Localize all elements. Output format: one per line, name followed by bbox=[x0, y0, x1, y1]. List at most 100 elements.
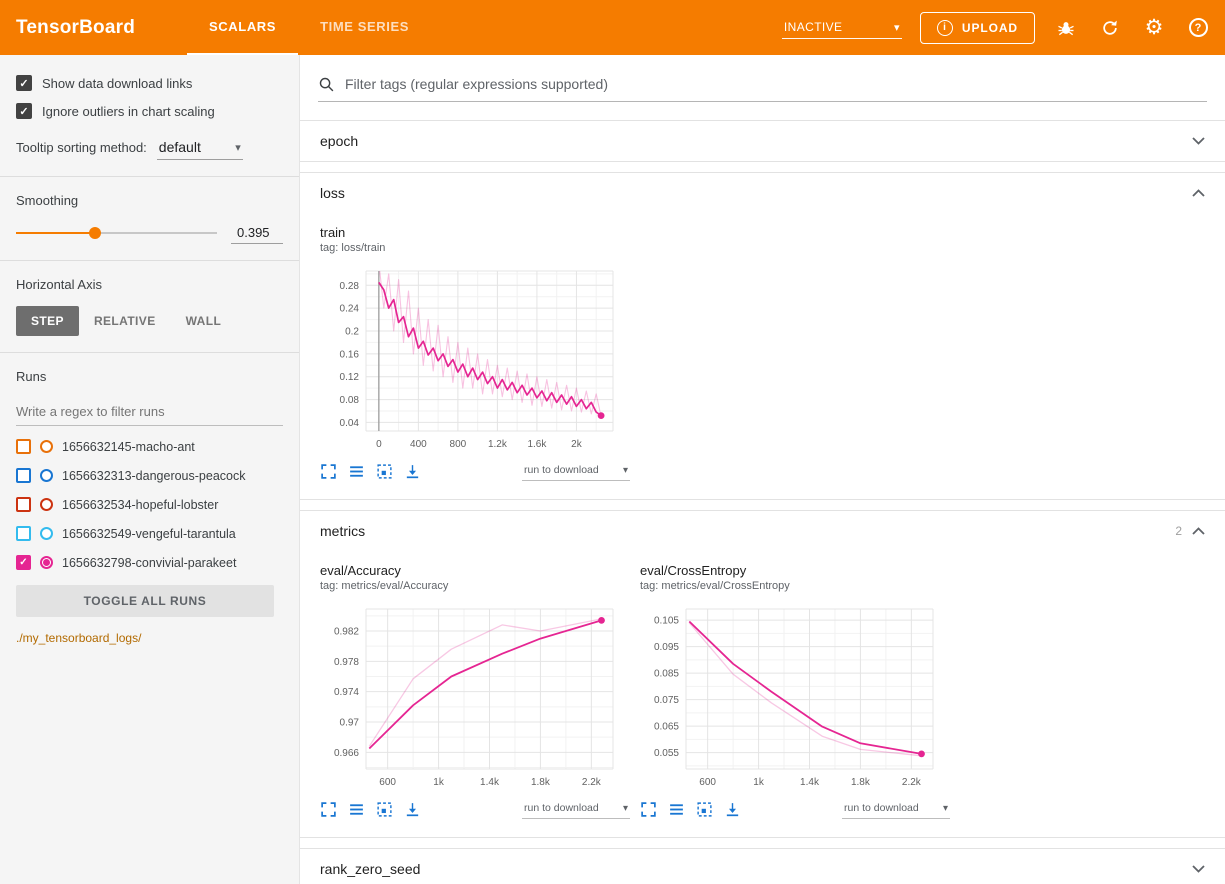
chart-title: eval/CrossEntropy bbox=[640, 563, 950, 578]
fullscreen-icon[interactable] bbox=[320, 801, 337, 818]
svg-text:0.105: 0.105 bbox=[654, 616, 679, 627]
filter-tags-input[interactable] bbox=[343, 75, 1207, 93]
section-rank-zero-seed: rank_zero_seed bbox=[300, 848, 1225, 884]
settings-icon[interactable]: ⚙ bbox=[1141, 15, 1167, 41]
chart-toolbar: run to download ▾ bbox=[640, 800, 950, 819]
chevron-down-icon bbox=[1192, 137, 1205, 145]
run-name: 1656632534-hopeful-lobster bbox=[62, 498, 218, 512]
help-icon[interactable]: ? bbox=[1185, 15, 1211, 41]
run-color-swatch[interactable] bbox=[40, 527, 53, 540]
svg-text:0.08: 0.08 bbox=[340, 395, 360, 406]
section-metrics-header[interactable]: metrics 2 bbox=[300, 511, 1225, 551]
tab-bar: SCALARS TIME SERIES bbox=[187, 0, 431, 55]
runs-filter-input[interactable] bbox=[16, 398, 283, 426]
svg-text:0.12: 0.12 bbox=[340, 372, 360, 383]
run-to-download-select[interactable]: run to download ▾ bbox=[522, 800, 630, 819]
axis-wall-button[interactable]: WALL bbox=[171, 306, 237, 336]
fullscreen-icon[interactable] bbox=[640, 801, 657, 818]
show-download-links-checkbox[interactable]: Show data download links bbox=[16, 75, 283, 91]
chevron-down-icon: ▾ bbox=[623, 465, 628, 476]
download-icon[interactable] bbox=[404, 463, 421, 480]
search-icon bbox=[318, 76, 335, 93]
run-checkbox[interactable] bbox=[16, 439, 31, 454]
logdir-path: ./my_tensorboard_logs/ bbox=[16, 631, 283, 645]
app-title: TensorBoard bbox=[16, 17, 135, 39]
download-icon[interactable] bbox=[724, 801, 741, 818]
upload-button[interactable]: i UPLOAD bbox=[920, 12, 1035, 44]
run-row[interactable]: 1656632145-macho-ant bbox=[16, 432, 283, 461]
main-content: epoch loss bbox=[300, 55, 1225, 884]
svg-text:0.978: 0.978 bbox=[334, 657, 359, 668]
section-rank-zero-seed-header[interactable]: rank_zero_seed bbox=[300, 849, 1225, 884]
section-label: rank_zero_seed bbox=[320, 861, 420, 877]
run-to-download-select[interactable]: run to download ▾ bbox=[842, 800, 950, 819]
axis-relative-button[interactable]: RELATIVE bbox=[79, 306, 171, 336]
checkbox-icon[interactable] bbox=[16, 103, 32, 119]
menu-icon[interactable] bbox=[348, 801, 365, 818]
upload-button-label: UPLOAD bbox=[962, 21, 1018, 35]
smoothing-slider-knob[interactable] bbox=[89, 227, 101, 239]
run-color-swatch[interactable] bbox=[40, 469, 53, 482]
fit-domain-icon[interactable] bbox=[696, 801, 713, 818]
run-color-swatch[interactable] bbox=[40, 440, 53, 453]
section-metrics: metrics 2 eval/Accuracy tag: metrics/eva… bbox=[300, 510, 1225, 838]
tab-scalars[interactable]: SCALARS bbox=[187, 0, 298, 55]
svg-text:0.2: 0.2 bbox=[345, 327, 359, 338]
eval-crossentropy-line-chart[interactable]: 6001k1.4k1.8k2.2k0.0550.0650.0750.0850.0… bbox=[640, 602, 942, 792]
axis-step-button[interactable]: STEP bbox=[16, 306, 79, 336]
run-checkbox[interactable] bbox=[16, 526, 31, 541]
menu-icon[interactable] bbox=[668, 801, 685, 818]
svg-text:0.97: 0.97 bbox=[340, 717, 360, 728]
tab-time-series[interactable]: TIME SERIES bbox=[298, 0, 431, 55]
run-checkbox[interactable] bbox=[16, 497, 31, 512]
run-checkbox[interactable] bbox=[16, 555, 31, 570]
svg-text:1.8k: 1.8k bbox=[851, 777, 871, 788]
toggle-all-runs-button[interactable]: TOGGLE ALL RUNS bbox=[16, 585, 274, 617]
run-row[interactable]: 1656632549-vengeful-tarantula bbox=[16, 519, 283, 548]
refresh-icon[interactable] bbox=[1097, 15, 1123, 41]
svg-text:0.095: 0.095 bbox=[654, 642, 679, 653]
svg-text:1.4k: 1.4k bbox=[800, 777, 820, 788]
run-checkbox[interactable] bbox=[16, 468, 31, 483]
eval-accuracy-line-chart[interactable]: 6001k1.4k1.8k2.2k0.9660.970.9740.9780.98… bbox=[320, 602, 622, 792]
bug-report-icon[interactable] bbox=[1053, 15, 1079, 41]
run-row[interactable]: 1656632313-dangerous-peacock bbox=[16, 461, 283, 490]
run-row[interactable]: 1656632534-hopeful-lobster bbox=[16, 490, 283, 519]
svg-text:1.6k: 1.6k bbox=[527, 439, 547, 450]
chevron-down-icon: ▾ bbox=[943, 803, 948, 814]
run-to-download-label: run to download bbox=[524, 464, 599, 476]
run-name: 1656632549-vengeful-tarantula bbox=[62, 527, 236, 541]
tooltip-sorting-label: Tooltip sorting method: bbox=[16, 140, 147, 155]
run-row[interactable]: 1656632798-convivial-parakeet bbox=[16, 548, 283, 577]
svg-text:0.28: 0.28 bbox=[340, 281, 360, 292]
chart-tag: tag: metrics/eval/Accuracy bbox=[320, 580, 630, 592]
svg-text:2k: 2k bbox=[571, 439, 583, 450]
tooltip-sorting-value: default bbox=[159, 139, 201, 155]
svg-text:1.2k: 1.2k bbox=[488, 439, 508, 450]
smoothing-slider[interactable] bbox=[16, 226, 217, 240]
svg-text:0.04: 0.04 bbox=[340, 418, 360, 429]
checkbox-icon[interactable] bbox=[16, 75, 32, 91]
download-icon[interactable] bbox=[404, 801, 421, 818]
section-epoch-header[interactable]: epoch bbox=[300, 121, 1225, 161]
run-color-swatch[interactable] bbox=[40, 556, 53, 569]
section-loss-header[interactable]: loss bbox=[300, 173, 1225, 213]
info-icon: i bbox=[937, 20, 953, 36]
status-dropdown-value: INACTIVE bbox=[784, 20, 843, 34]
tooltip-sorting-select[interactable]: default ▾ bbox=[157, 137, 243, 160]
tensorboard-app: TensorBoard SCALARS TIME SERIES INACTIVE… bbox=[0, 0, 1225, 884]
svg-text:600: 600 bbox=[699, 777, 716, 788]
smoothing-value-input[interactable]: 0.395 bbox=[231, 222, 283, 244]
status-dropdown[interactable]: INACTIVE ▾ bbox=[782, 16, 902, 39]
fullscreen-icon[interactable] bbox=[320, 463, 337, 480]
question-mark-glyph: ? bbox=[1189, 18, 1208, 37]
checkbox-label: Show data download links bbox=[42, 76, 192, 91]
fit-domain-icon[interactable] bbox=[376, 801, 393, 818]
run-to-download-select[interactable]: run to download ▾ bbox=[522, 462, 630, 481]
svg-text:1k: 1k bbox=[753, 777, 765, 788]
menu-icon[interactable] bbox=[348, 463, 365, 480]
loss-train-line-chart[interactable]: 04008001.2k1.6k2k0.040.080.120.160.20.24… bbox=[320, 264, 622, 454]
ignore-outliers-checkbox[interactable]: Ignore outliers in chart scaling bbox=[16, 103, 283, 119]
run-color-swatch[interactable] bbox=[40, 498, 53, 511]
fit-domain-icon[interactable] bbox=[376, 463, 393, 480]
